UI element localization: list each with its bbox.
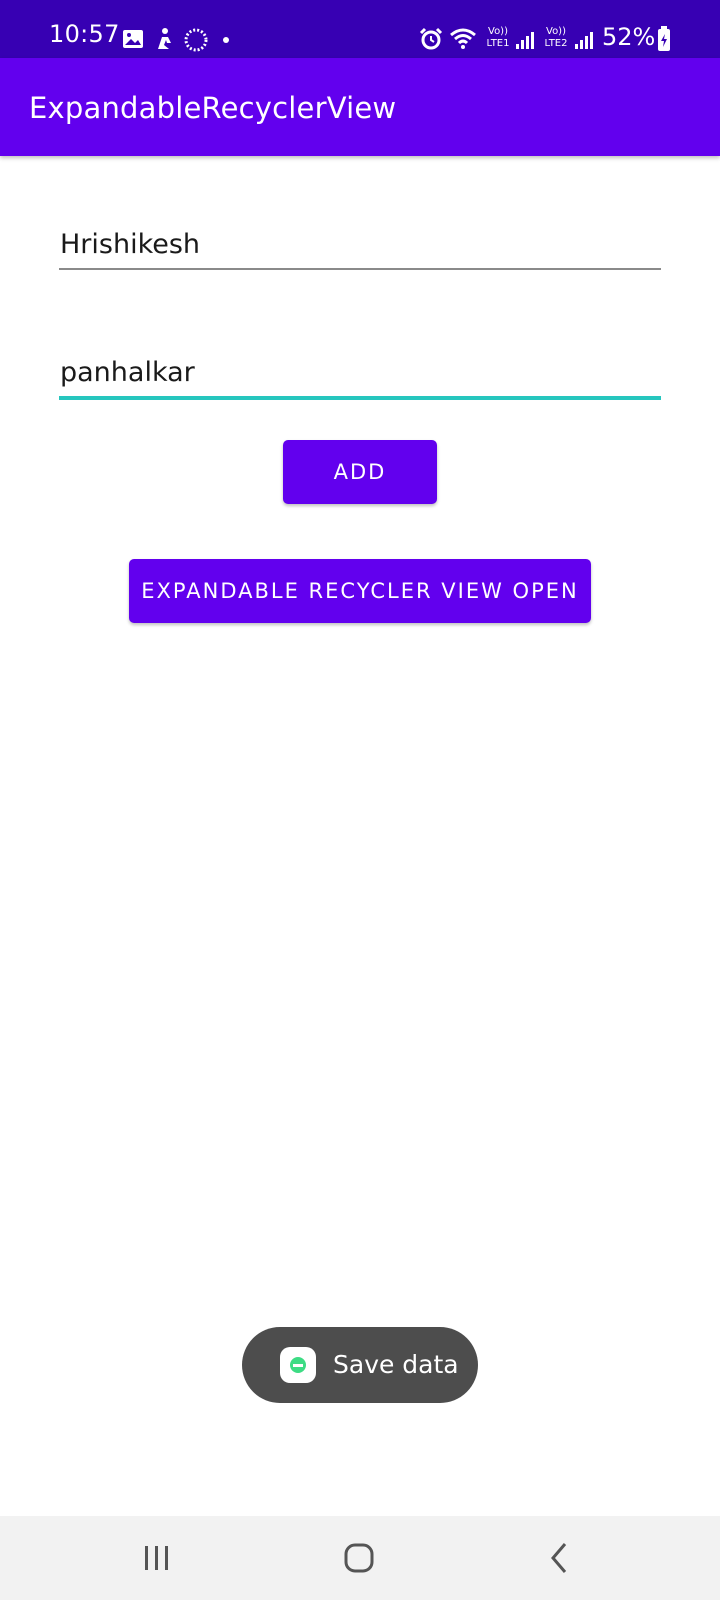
- alarm-icon: [419, 27, 443, 50]
- dot-icon: [223, 37, 229, 43]
- last-name-input[interactable]: [60, 358, 650, 388]
- last-name-field[interactable]: [59, 353, 661, 401]
- recent-apps-icon[interactable]: [137, 1538, 177, 1578]
- signal-icon: [575, 32, 593, 49]
- open-button-label: EXPANDABLE RECYCLER VIEW OPEN: [141, 579, 579, 603]
- app-title: ExpandableRecyclerView: [29, 91, 397, 125]
- home-icon[interactable]: [339, 1538, 379, 1578]
- battery-percent: 52%: [602, 23, 656, 51]
- back-icon[interactable]: [540, 1538, 580, 1578]
- first-name-input[interactable]: [60, 230, 650, 260]
- sync-icon: [184, 28, 208, 52]
- sim1-label: Vo)) LTE1: [486, 26, 510, 49]
- image-icon: [123, 30, 143, 48]
- sim2-label: Vo)) LTE2: [544, 26, 568, 49]
- battery-charging-icon: [658, 26, 670, 51]
- toast-message: Save data: [333, 1350, 459, 1379]
- navigation-bar: [0, 1516, 720, 1600]
- person-icon: [158, 28, 171, 49]
- wifi-icon: [450, 28, 476, 49]
- app-bar: ExpandableRecyclerView: [0, 58, 720, 156]
- app-icon: [280, 1347, 316, 1383]
- signal-icon: [516, 32, 534, 49]
- toast: Save data: [242, 1327, 478, 1403]
- first-name-field[interactable]: [59, 225, 661, 271]
- first-name-underline: [59, 268, 661, 270]
- expandable-recycler-view-open-button[interactable]: EXPANDABLE RECYCLER VIEW OPEN: [129, 559, 591, 623]
- add-button-label: ADD: [333, 460, 387, 484]
- last-name-underline: [59, 396, 661, 400]
- add-button[interactable]: ADD: [283, 440, 437, 504]
- status-time: 10:57: [49, 20, 120, 48]
- status-bar: 10:57 Vo)) LTE1 Vo)) LTE2 52%: [0, 0, 720, 58]
